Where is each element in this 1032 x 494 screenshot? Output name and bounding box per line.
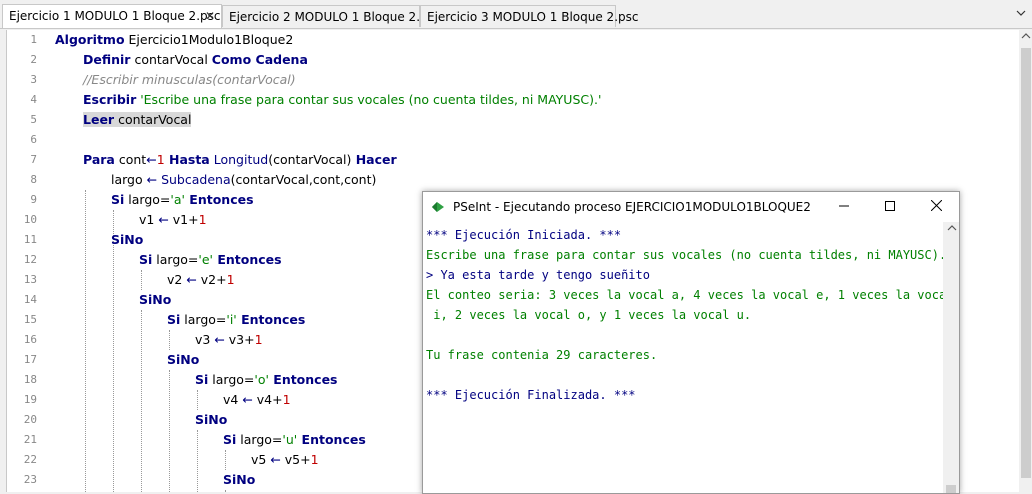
chevron-down-icon[interactable]: [1014, 8, 1028, 22]
line-number: 13: [23, 273, 37, 286]
console-user-input: > Ya esta tarde y tengo sueñito: [426, 268, 650, 282]
console-title: PSeInt - Ejecutando proceso EJERCICIO1MO…: [453, 200, 811, 214]
code-line: v5 ← v5+1: [251, 452, 319, 467]
console-line: Escribe una frase para contar sus vocale…: [426, 248, 947, 262]
line-number: 10: [23, 213, 37, 226]
close-icon: [930, 199, 942, 212]
indent-guide: [141, 310, 142, 492]
code-line: SiNo: [195, 412, 228, 427]
line-number: 21: [23, 433, 37, 446]
line-number: 6: [30, 133, 37, 146]
line-number: 7: [30, 153, 37, 166]
line-number: 16: [23, 333, 37, 346]
code-line: Si largo='e' Entonces: [139, 252, 282, 267]
code-line: Algoritmo Ejercicio1Modulo1Bloque2: [55, 32, 294, 47]
code-line: v2 ← v2+1: [167, 272, 235, 287]
code-line: Si largo='a' Entonces: [111, 192, 254, 207]
code-line: SiNo: [167, 352, 200, 367]
indent-guide: [113, 210, 114, 492]
code-line: SiNo: [139, 292, 172, 307]
scroll-up-icon[interactable]: [947, 224, 957, 232]
minimize-icon: [839, 205, 849, 207]
code-line: SiNo: [223, 472, 256, 487]
indent-guide: [225, 450, 226, 470]
indent-guide: [197, 430, 198, 492]
console-line: *** Ejecución Iniciada. ***: [426, 228, 622, 242]
code-line: v3 ← v3+1: [195, 332, 263, 347]
close-button[interactable]: [913, 192, 959, 222]
indent-guide: [197, 390, 198, 410]
code-line: SiNo: [111, 232, 144, 247]
minimize-button[interactable]: [821, 192, 867, 222]
maximize-icon: [885, 201, 895, 211]
line-number: 15: [23, 313, 37, 326]
code-line: //Escribir minusculas(contarVocal): [83, 72, 296, 87]
line-number: 20: [23, 413, 37, 426]
code-line: v4 ← v4+1: [223, 392, 291, 407]
code-line: Si largo='u' Entonces: [223, 432, 366, 447]
tab-ejercicio-2[interactable]: Ejercicio 2 MODULO 1 Bloque 2.psc: [222, 5, 440, 27]
tab-bar: Ejercicio 1 MODULO 1 Bloque 2.psc ✕ Ejer…: [0, 0, 1032, 29]
indent-guide: [169, 370, 170, 492]
tab-label: Ejercicio 3 MODULO 1 Bloque 2.psc: [427, 10, 639, 24]
code-line: Para cont←1 Hasta Longitud(contarVocal) …: [83, 152, 397, 167]
line-number: 19: [23, 393, 37, 406]
console-line: i, 2 veces la vocal o, y 1 veces la voca…: [426, 308, 752, 322]
indent-guide: [85, 190, 86, 492]
maximize-button[interactable]: [867, 192, 913, 222]
tab-label: Ejercicio 1 MODULO 1 Bloque 2.psc: [9, 9, 221, 23]
line-number: 1: [30, 33, 37, 46]
line-number: 23: [23, 473, 37, 486]
line-number: 18: [23, 373, 37, 386]
console-line: El conteo seria: 3 veces la vocal a, 4 v…: [426, 288, 954, 302]
line-number: 14: [23, 293, 37, 306]
line-number: 22: [23, 453, 37, 466]
line-number: 5: [30, 113, 37, 126]
console-line: Tu frase contenia 29 caracteres.: [426, 348, 658, 362]
code-line: Definir contarVocal Como Cadena: [83, 52, 308, 67]
line-number: 17: [23, 353, 37, 366]
line-number: 9: [30, 193, 37, 206]
console-line: *** Ejecución Finalizada. ***: [426, 388, 636, 402]
indent-guide: [169, 330, 170, 350]
code-line: Si largo='i' Entonces: [167, 312, 306, 327]
line-number: 8: [30, 173, 37, 186]
scrollbar-thumb[interactable]: [1021, 48, 1031, 478]
indent-guide: [141, 270, 142, 290]
console-scrollbar[interactable]: [943, 222, 959, 493]
code-line: largo ← Subcadena(contarVocal,cont,cont): [111, 172, 377, 187]
line-number: 12: [23, 253, 37, 266]
code-line: Escribir 'Escribe una frase para contar …: [83, 92, 602, 107]
code-line-selected: Leer contarVocal: [83, 112, 192, 127]
scroll-up-icon[interactable]: [1021, 32, 1031, 40]
line-number-gutter: 1 2 3 4 5 6 7 8 9 10 11 12 13 14 15 16 17 18 19 20 21 22 23: [7, 30, 47, 492]
line-number: 2: [30, 53, 37, 66]
code-line: v1 ← v1+1: [139, 212, 207, 227]
line-number: 3: [30, 73, 37, 86]
line-number: 4: [30, 93, 37, 106]
close-icon[interactable]: ✕: [205, 5, 215, 27]
tab-ejercicio-1[interactable]: Ejercicio 1 MODULO 1 Bloque 2.psc ✕: [2, 4, 222, 28]
code-line: Si largo='o' Entonces: [195, 372, 338, 387]
pseint-app-icon: [432, 202, 444, 212]
console-titlebar[interactable]: PSeInt - Ejecutando proceso EJERCICIO1MO…: [423, 192, 959, 222]
line-number: 11: [23, 233, 37, 246]
tab-label: Ejercicio 2 MODULO 1 Bloque 2.psc: [229, 10, 441, 24]
execution-console-window[interactable]: PSeInt - Ejecutando proceso EJERCICIO1MO…: [422, 191, 960, 494]
editor-scrollbar[interactable]: [1019, 30, 1032, 492]
tab-ejercicio-3[interactable]: Ejercicio 3 MODULO 1 Bloque 2.psc: [420, 5, 638, 27]
